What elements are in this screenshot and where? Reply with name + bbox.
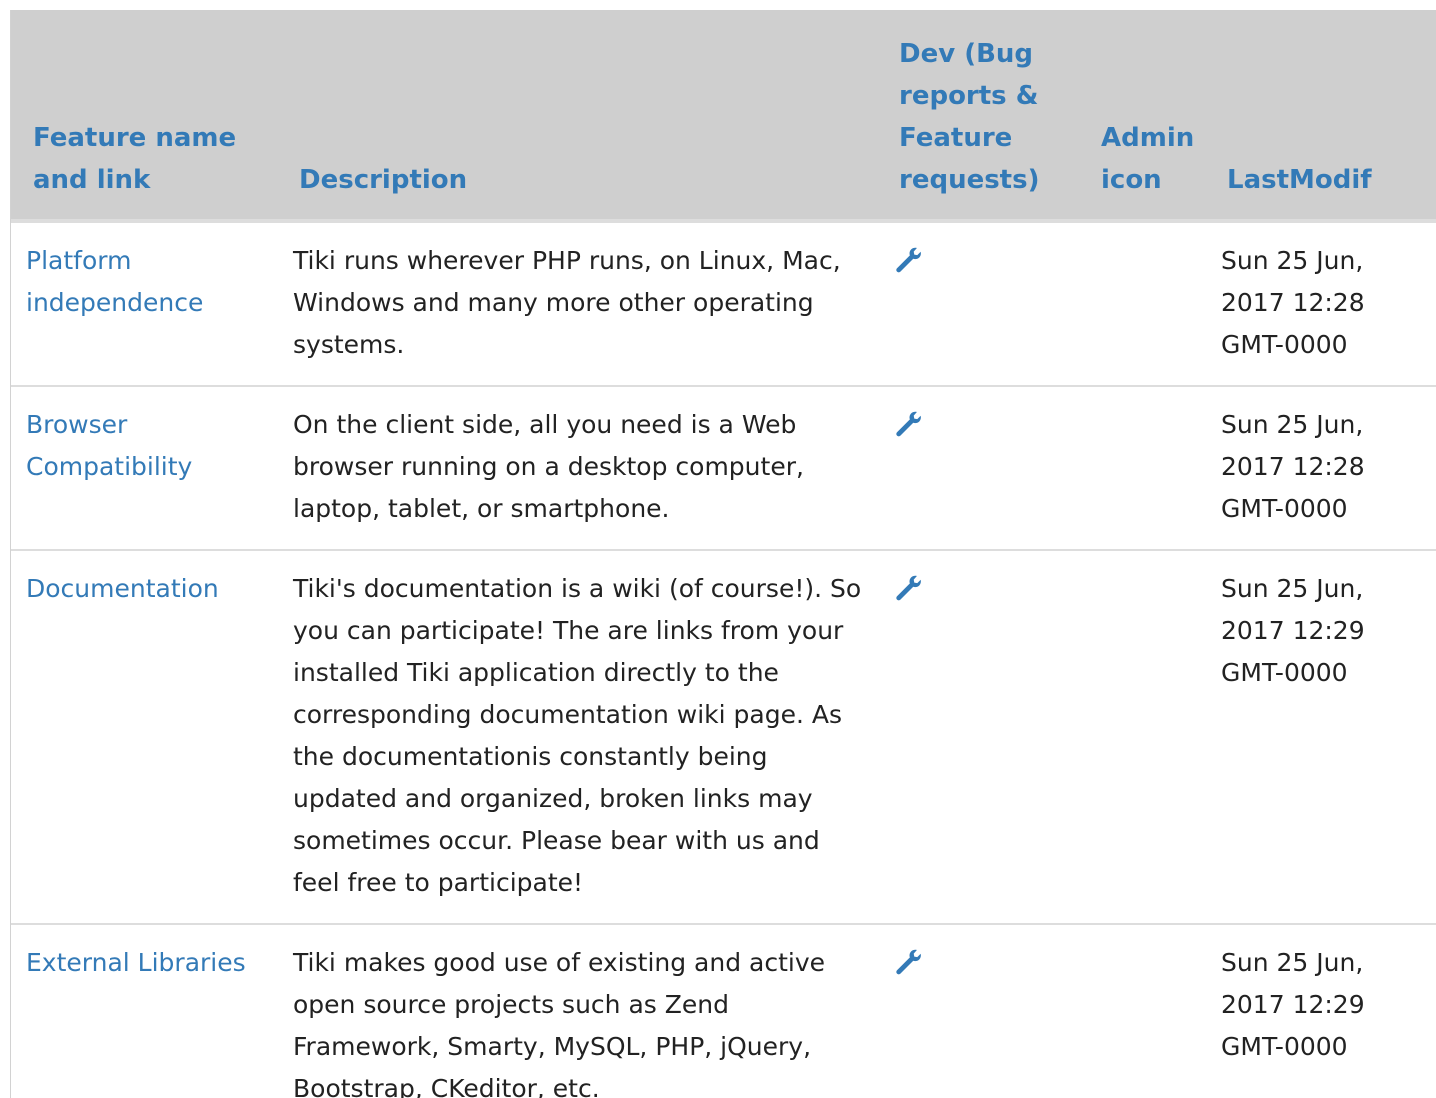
wrench-icon[interactable]	[893, 947, 923, 977]
header-row: Feature name and link Description Dev (B…	[11, 10, 1436, 223]
column-header-admin-icon[interactable]: Admin icon	[1085, 10, 1221, 223]
column-header-dev[interactable]: Dev (Bug reports & Feature requests)	[885, 10, 1085, 223]
table-row: External Libraries Tiki makes good use o…	[11, 924, 1436, 1098]
table-row: Documentation Tiki's documentation is a …	[11, 550, 1436, 925]
admin-icon-cell	[1085, 550, 1221, 925]
feature-name-cell: Browser Compatibility	[11, 386, 283, 551]
table-row: Browser Compatibility On the client side…	[11, 386, 1436, 551]
feature-name-cell: Documentation	[11, 550, 283, 925]
dev-cell	[885, 924, 1085, 1098]
wrench-icon[interactable]	[893, 245, 923, 275]
column-header-lastmodif[interactable]: LastModif	[1221, 10, 1436, 223]
lastmodif-cell: Sun 25 Jun, 2017 12:29 GMT-0000	[1221, 550, 1436, 925]
lastmodif-cell: Sun 25 Jun, 2017 12:28 GMT-0000	[1221, 386, 1436, 551]
sort-link-admin-icon[interactable]: Admin icon	[1101, 123, 1194, 195]
wrench-icon[interactable]	[893, 409, 923, 439]
feature-table-container: Feature name and link Description Dev (B…	[10, 10, 1436, 1098]
column-header-feature-name[interactable]: Feature name and link	[11, 10, 283, 223]
sort-link-lastmodif[interactable]: LastModif	[1227, 165, 1372, 195]
table-row: Platform independence Tiki runs wherever…	[11, 221, 1436, 387]
feature-link[interactable]: Platform independence	[26, 246, 203, 317]
sort-link-feature-name[interactable]: Feature name and link	[33, 123, 236, 195]
feature-table: Feature name and link Description Dev (B…	[11, 10, 1436, 1098]
feature-link[interactable]: Browser Compatibility	[26, 410, 192, 481]
feature-name-cell: External Libraries	[11, 924, 283, 1098]
dev-cell	[885, 386, 1085, 551]
dev-cell	[885, 221, 1085, 387]
wrench-icon[interactable]	[893, 573, 923, 603]
description-cell: Tiki makes good use of existing and acti…	[283, 924, 885, 1098]
dev-cell	[885, 550, 1085, 925]
lastmodif-cell: Sun 25 Jun, 2017 12:28 GMT-0000	[1221, 221, 1436, 387]
description-cell: Tiki runs wherever PHP runs, on Linux, M…	[283, 221, 885, 387]
admin-icon-cell	[1085, 924, 1221, 1098]
table-header: Feature name and link Description Dev (B…	[11, 10, 1436, 223]
sort-link-description[interactable]: Description	[299, 165, 467, 195]
feature-link[interactable]: Documentation	[26, 574, 219, 603]
sort-link-dev[interactable]: Dev (Bug reports & Feature requests)	[899, 39, 1039, 195]
admin-icon-cell	[1085, 386, 1221, 551]
column-header-description[interactable]: Description	[283, 10, 885, 223]
description-cell: On the client side, all you need is a We…	[283, 386, 885, 551]
lastmodif-cell: Sun 25 Jun, 2017 12:29 GMT-0000	[1221, 924, 1436, 1098]
admin-icon-cell	[1085, 221, 1221, 387]
description-cell: Tiki's documentation is a wiki (of cours…	[283, 550, 885, 925]
feature-link[interactable]: External Libraries	[26, 948, 246, 977]
feature-name-cell: Platform independence	[11, 221, 283, 387]
table-body: Platform independence Tiki runs wherever…	[11, 221, 1436, 1098]
